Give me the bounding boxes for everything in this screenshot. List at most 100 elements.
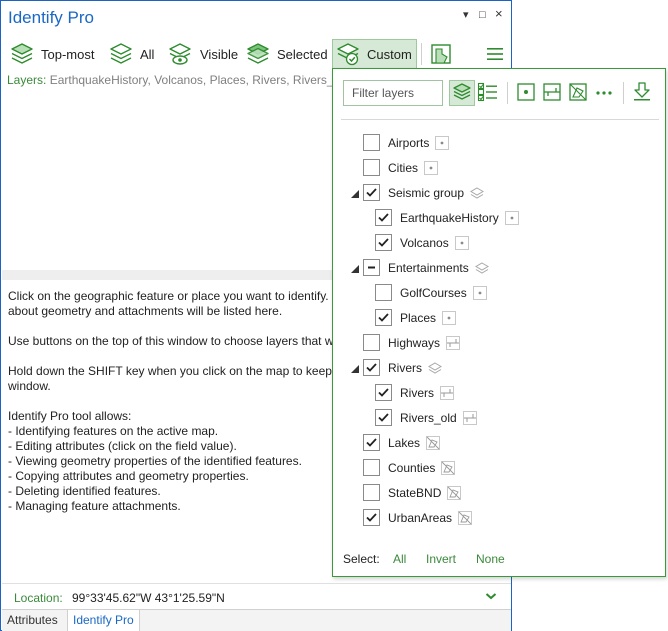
layer-row[interactable]: Airports xyxy=(363,130,450,155)
layer-row[interactable]: Lakes xyxy=(363,430,441,455)
polygon-icon xyxy=(441,460,456,475)
filter-layers-input[interactable] xyxy=(343,80,443,106)
group-icon xyxy=(470,186,485,200)
layer-checkbox[interactable] xyxy=(363,459,380,476)
layer-checkbox[interactable] xyxy=(375,234,392,251)
layer-name: Lakes xyxy=(388,435,421,450)
custom-layers-popup: Airports Cities Seismic group EarthquakeHis… xyxy=(332,68,666,577)
layer-row[interactable]: EarthquakeHistory xyxy=(375,205,519,230)
layer-checkbox[interactable] xyxy=(363,509,380,526)
line-icon xyxy=(462,410,477,425)
layer-row[interactable]: Rivers xyxy=(375,380,455,405)
layer-row[interactable]: Seismic group xyxy=(363,180,485,205)
options-menu-button[interactable] xyxy=(486,39,504,69)
layer-checkbox[interactable] xyxy=(375,409,392,426)
polygon-layers-button[interactable] xyxy=(565,80,591,106)
tab-identify-pro[interactable]: Identify Pro xyxy=(67,610,140,631)
help-line: Use buttons on the top of this window to… xyxy=(8,334,359,348)
line-icon xyxy=(542,82,562,105)
all-layers-label: All xyxy=(140,46,155,62)
layer-checkbox[interactable] xyxy=(363,359,380,376)
select-all-link[interactable]: All xyxy=(393,552,406,566)
layers-value: EarthquakeHistory, Volcanos, Places, Riv… xyxy=(49,73,337,87)
layer-row[interactable]: UrbanAreas xyxy=(363,505,473,530)
top-most-button[interactable]: Top-most xyxy=(9,39,94,69)
layer-mode-toolbar: Top-most All Visible Selected Custom xyxy=(1,37,511,71)
expand-toggle-icon[interactable] xyxy=(350,188,360,198)
checklist-view-button[interactable] xyxy=(475,80,501,106)
layer-name: Seismic group xyxy=(388,185,465,200)
help-line: - Managing feature attachments. xyxy=(8,499,181,513)
help-spacer xyxy=(8,319,338,334)
layer-checkbox[interactable] xyxy=(375,209,392,226)
maximize-button[interactable]: □ xyxy=(479,9,486,21)
show-all-layers-button[interactable] xyxy=(449,80,475,106)
apply-layers-button[interactable] xyxy=(629,80,655,106)
layer-row[interactable]: StateBND xyxy=(363,480,462,505)
more-dots-icon xyxy=(594,82,614,105)
custom-layers-label: Custom xyxy=(367,46,412,62)
help-text: Click on the geographic feature or place… xyxy=(8,289,452,514)
point-icon xyxy=(435,135,450,150)
layer-name: Counties xyxy=(388,460,436,475)
help-line: - Editing attributes (click on the field… xyxy=(8,439,237,453)
layer-checkbox[interactable] xyxy=(363,434,380,451)
selected-layers-label: Selected xyxy=(277,46,328,62)
layer-row[interactable]: Places xyxy=(375,305,457,330)
layer-checkbox[interactable] xyxy=(375,384,392,401)
layers-selected-icon xyxy=(245,41,271,67)
layer-row[interactable]: Volcanos xyxy=(375,230,469,255)
layer-row[interactable]: Entertainments xyxy=(363,255,489,280)
layer-name: Highways xyxy=(388,335,441,350)
layers-visible-icon xyxy=(166,41,194,67)
select-none-link[interactable]: None xyxy=(476,552,505,566)
layer-row[interactable]: Rivers_old xyxy=(375,405,477,430)
layer-checkbox[interactable] xyxy=(363,159,380,176)
help-spacer xyxy=(8,349,338,364)
layer-name: Volcanos xyxy=(400,235,449,250)
layer-checkbox[interactable] xyxy=(363,134,380,151)
point-icon xyxy=(504,210,519,225)
pane-menu-dropdown[interactable]: ▾ xyxy=(463,9,469,21)
expand-toggle-icon[interactable] xyxy=(350,263,360,273)
custom-layers-button[interactable]: Custom xyxy=(332,39,417,69)
close-button[interactable]: × xyxy=(495,7,503,20)
location-value: 99°33'45.62"W 43°1'25.59"N xyxy=(72,591,225,605)
point-icon xyxy=(424,160,439,175)
layer-row[interactable]: GolfCourses xyxy=(375,280,487,305)
chevron-down-icon[interactable] xyxy=(485,590,497,604)
layers-top-icon xyxy=(9,41,35,67)
polygon-icon xyxy=(458,510,473,525)
layer-row[interactable]: Counties xyxy=(363,455,456,480)
point-layers-button[interactable] xyxy=(513,80,539,106)
layers-key: Layers: xyxy=(7,73,47,87)
layer-row[interactable]: Highways xyxy=(363,330,461,355)
layer-checkbox[interactable] xyxy=(363,484,380,501)
layer-name: StateBND xyxy=(388,485,442,500)
all-layers-button[interactable]: All xyxy=(108,39,154,69)
selected-layers-button[interactable]: Selected xyxy=(245,39,328,69)
select-invert-link[interactable]: Invert xyxy=(426,552,456,566)
polygon-icon xyxy=(447,485,462,500)
layer-checkbox[interactable] xyxy=(375,284,392,301)
top-most-label: Top-most xyxy=(41,46,95,62)
map-window-icon xyxy=(430,43,452,65)
dock-tabs: Attributes Identify Pro xyxy=(2,609,511,631)
layer-checkbox[interactable] xyxy=(375,309,392,326)
visible-layers-button[interactable]: Visible xyxy=(166,39,238,69)
layer-row[interactable]: Rivers xyxy=(363,355,443,380)
popup-separator-2 xyxy=(623,82,624,104)
layer-name: Entertainments xyxy=(388,260,469,275)
line-layers-button[interactable] xyxy=(539,80,565,106)
layer-checkbox[interactable] xyxy=(363,259,380,276)
map-window-button[interactable] xyxy=(430,39,452,69)
layer-row[interactable]: Cities xyxy=(363,155,439,180)
layer-checkbox[interactable] xyxy=(363,334,380,351)
layer-name: Places xyxy=(400,310,437,325)
visible-layers-label: Visible xyxy=(200,46,239,62)
expand-toggle-icon[interactable] xyxy=(350,363,360,373)
layer-checkbox[interactable] xyxy=(363,184,380,201)
layer-name: Rivers_old xyxy=(400,410,457,425)
tab-attributes[interactable]: Attributes xyxy=(2,610,63,631)
more-options-button[interactable] xyxy=(591,80,617,106)
